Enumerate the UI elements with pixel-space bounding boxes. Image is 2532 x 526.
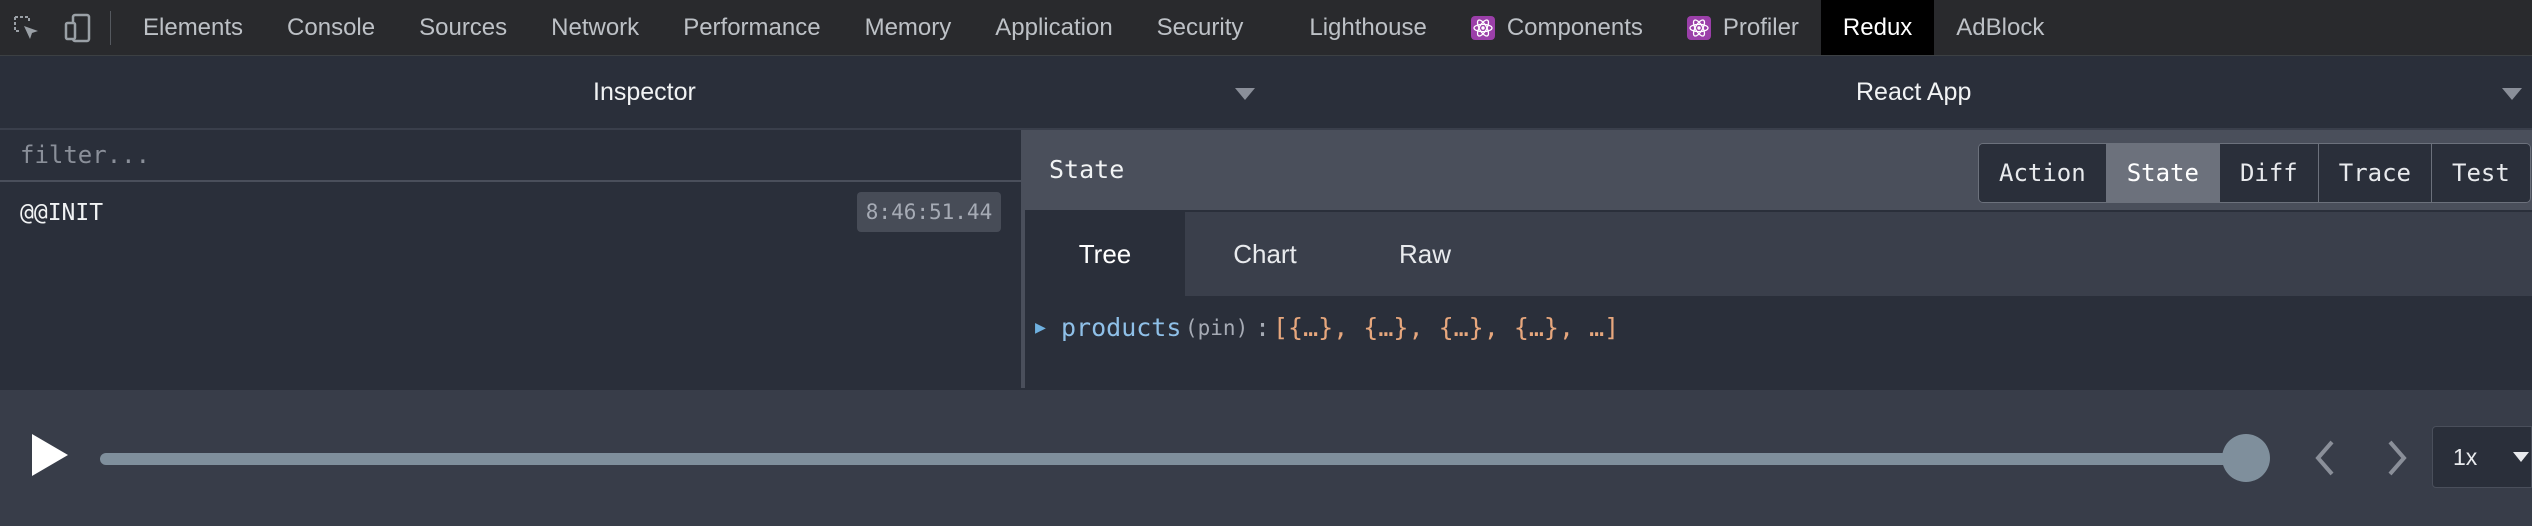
monitor-title: State <box>1049 155 1125 184</box>
subtab-chart[interactable]: Chart <box>1185 212 1345 296</box>
tab-test[interactable]: Test <box>2432 144 2530 202</box>
pin-link[interactable]: (pin) <box>1185 308 1248 348</box>
chevron-down-icon[interactable] <box>1235 88 1255 100</box>
tab-label: Profiler <box>1722 13 1799 41</box>
chevron-down-icon <box>2513 452 2529 462</box>
subtab-raw[interactable]: Raw <box>1345 212 1505 296</box>
tab-label: Application <box>995 13 1113 41</box>
action-timestamp: 8:46:51.44 <box>857 192 1001 232</box>
tab-label: Console <box>287 13 376 41</box>
speed-value: 1x <box>2453 444 2478 470</box>
tree-value: [{…}, {…}, {…}, {…}, …] <box>1273 313 1620 342</box>
action-list-pane: @@INIT 8:46:51.44 <box>0 130 1025 388</box>
tree-colon: : <box>1255 313 1271 342</box>
tree-key: products <box>1061 313 1182 342</box>
chevron-down-icon[interactable] <box>2502 88 2522 100</box>
expand-arrow-icon[interactable]: ▶ <box>1035 308 1046 348</box>
tab-label: Sources <box>419 13 508 41</box>
tab-label: Network <box>551 13 640 41</box>
slider-monitor: 1x <box>0 390 2532 526</box>
tab-label: Lighthouse <box>1309 13 1427 41</box>
store-label: React App <box>1856 78 1972 106</box>
view-subtabs: Tree Chart Raw <box>1025 212 2532 296</box>
tab-label: Elements <box>143 13 244 41</box>
monitor-mode-tabs: Action State Diff Trace Test <box>1978 143 2531 203</box>
tab-memory[interactable]: Memory <box>843 0 974 55</box>
tab-action[interactable]: Action <box>1979 144 2107 202</box>
tab-adblock[interactable]: AdBlock <box>1934 0 2066 55</box>
tab-label: Components <box>1506 13 1643 41</box>
toolbar-divider <box>110 10 111 45</box>
action-name: @@INIT <box>20 200 104 226</box>
next-state-icon[interactable] <box>2382 434 2412 482</box>
tab-console[interactable]: Console <box>265 0 397 55</box>
timeline-slider-track[interactable] <box>100 453 2248 465</box>
tab-label: Performance <box>683 13 821 41</box>
tab-state[interactable]: State <box>2106 144 2220 202</box>
tab-sources[interactable]: Sources <box>397 0 529 55</box>
tab-redux[interactable]: Redux <box>1820 0 1935 55</box>
previous-state-icon[interactable] <box>2310 434 2340 482</box>
tab-label: Memory <box>864 13 952 41</box>
tab-profiler[interactable]: Profiler <box>1665 0 1821 55</box>
action-list-item[interactable]: @@INIT 8:46:51.44 <box>0 184 1021 244</box>
tab-trace[interactable]: Trace <box>2318 144 2432 202</box>
state-monitor-pane: State Action State Diff Trace Test Tree … <box>1025 130 2532 388</box>
tab-diff[interactable]: Diff <box>2219 144 2319 202</box>
filter-input[interactable] <box>0 130 1021 182</box>
tab-performance[interactable]: Performance <box>661 0 842 55</box>
tab-label: Security <box>1156 13 1244 41</box>
tab-lighthouse[interactable]: Lighthouse <box>1287 0 1448 55</box>
play-icon[interactable] <box>30 432 74 482</box>
tab-application[interactable]: Application <box>973 0 1134 55</box>
instance-select[interactable]: Inspector <box>593 56 696 128</box>
tab-network[interactable]: Network <box>529 0 661 55</box>
tab-elements[interactable]: Elements <box>121 0 265 55</box>
tab-label: AdBlock <box>1956 13 2045 41</box>
state-tree-node[interactable]: ▶ products (pin) : [{…}, {…}, {…}, {…}, … <box>1025 308 1725 348</box>
tab-security[interactable]: Security <box>1135 0 1288 55</box>
react-icon <box>1470 15 1495 40</box>
store-select[interactable]: React App <box>1856 56 1971 128</box>
redux-header: Inspector React App <box>0 56 2532 130</box>
instance-label: Inspector <box>593 78 696 106</box>
tab-components[interactable]: Components <box>1449 0 1665 55</box>
inspect-element-icon[interactable] <box>0 0 52 55</box>
playback-speed-select[interactable]: 1x <box>2432 426 2532 488</box>
tab-label: Redux <box>1842 13 1913 41</box>
devtools-tab-bar: Elements Console Sources Network Perform… <box>0 0 2532 185</box>
react-icon <box>1686 15 1711 40</box>
subtab-tree[interactable]: Tree <box>1025 212 1185 296</box>
timeline-slider-thumb[interactable] <box>2222 434 2270 482</box>
device-toolbar-icon[interactable] <box>52 0 104 55</box>
monitor-header: State Action State Diff Trace Test <box>1025 130 2532 210</box>
